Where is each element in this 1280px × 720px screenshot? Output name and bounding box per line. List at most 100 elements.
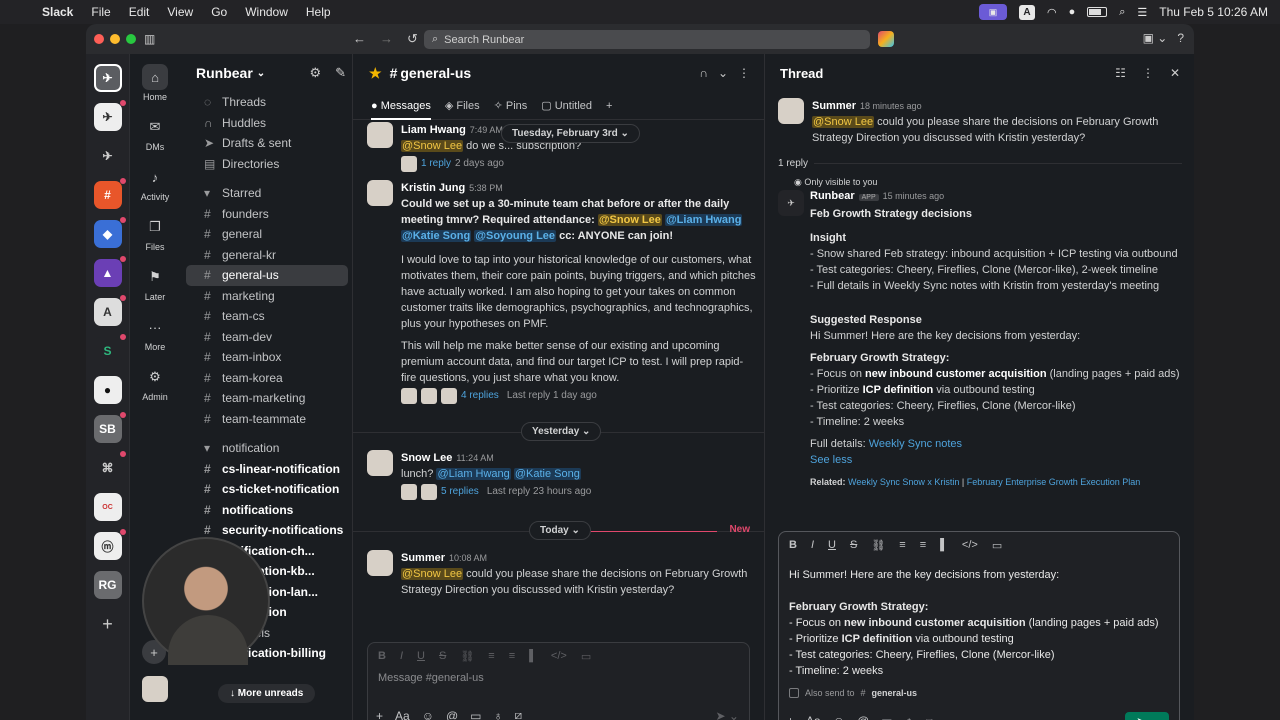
zoom-icon[interactable]: ▣ (978, 4, 1007, 20)
italic-icon[interactable]: I (811, 539, 814, 552)
code-icon[interactable]: </> (962, 539, 978, 552)
close-window-button[interactable] (94, 34, 104, 44)
channel-name[interactable]: general-us (400, 65, 471, 81)
more-vertical-icon[interactable]: ⋮ (1142, 66, 1154, 80)
sidebar-channel-team-dev[interactable]: # team-dev (186, 327, 348, 348)
message-author[interactable]: Summer (812, 100, 856, 112)
sidebar-channel-notifications[interactable]: # notifications (186, 500, 348, 521)
avatar[interactable] (367, 450, 393, 476)
history-icon[interactable]: ↺ (407, 31, 418, 47)
checkbox[interactable] (789, 688, 799, 698)
workspace-12[interactable]: OC (93, 493, 122, 521)
nav-dms[interactable]: ✉ DMs (130, 114, 180, 152)
link-icon[interactable]: ⛓ (871, 539, 885, 552)
message-composer[interactable]: B I U S ⛓ ≡ ≡ ▌ </> ▭ Message #general-us + Aa ☺ @ ▭ ♁… (367, 642, 750, 720)
video-icon[interactable]: ▭ (470, 709, 481, 720)
workspace-9[interactable]: ● (93, 376, 122, 404)
blockquote-icon[interactable]: ▌ (529, 650, 537, 663)
workspace-6[interactable]: ▲ (93, 256, 126, 287)
code-block-icon[interactable]: ▭ (581, 650, 591, 663)
sidebar-channel-general-kr[interactable]: # general-kr (186, 245, 348, 266)
mention-icon[interactable]: @ (857, 714, 869, 720)
nav-files[interactable]: ❐ Files (130, 214, 180, 252)
tab-files[interactable]: ◈ Files (445, 99, 480, 112)
bullet-list-icon[interactable]: ≡ (509, 650, 515, 663)
sidebar-item-drafts[interactable]: ➤ Drafts & sent (186, 133, 348, 154)
star-icon[interactable]: ★ (369, 65, 382, 82)
menubar-clock[interactable]: Thu Feb 5 10:26 AM (1159, 5, 1268, 19)
sidebar-channel-team-cs[interactable]: # team-cs (186, 306, 348, 327)
tab-untitled[interactable]: ▢ Untitled (541, 99, 592, 112)
avatar[interactable] (367, 550, 393, 576)
menu-app[interactable]: Slack (42, 5, 73, 19)
link-icon[interactable]: ⛓ (460, 650, 474, 663)
date-divider-pill[interactable]: Yesterday ⌄ (521, 422, 602, 441)
slash-command-icon[interactable]: ⧄ (926, 714, 934, 720)
sidebar-channel-general-us[interactable]: # general-us (186, 265, 348, 286)
send-icon[interactable]: ➤ ⌄ (716, 709, 739, 720)
sidebar-channel-marketing[interactable]: # marketing (186, 286, 348, 307)
send-button[interactable]: ➤ ⌄ (1125, 712, 1169, 720)
wifi-icon[interactable]: ◠ (1047, 6, 1057, 19)
microphone-icon[interactable]: ♁ (905, 714, 914, 720)
add-workspace-icon[interactable]: + (94, 610, 122, 638)
sidebar-channel-team-korea[interactable]: # team-korea (186, 368, 348, 389)
bullet-list-icon[interactable]: ≡ (920, 539, 926, 552)
workspace-runbear[interactable]: ✈ (93, 64, 122, 92)
menu-help[interactable]: Help (306, 5, 331, 19)
search-bar[interactable]: ⌕ Search Runbear (424, 30, 870, 49)
workspace-rg[interactable]: RG (93, 571, 122, 599)
huddle-headphones-icon[interactable]: ∩ (699, 66, 708, 80)
code-block-icon[interactable]: ▭ (992, 539, 1002, 552)
workspace-2[interactable]: ✈ (93, 100, 126, 131)
format-text-icon[interactable]: Aa (395, 709, 410, 720)
chevron-down-icon[interactable]: ⌄ (718, 66, 728, 80)
ordered-list-icon[interactable]: ≡ (488, 650, 494, 663)
sidebar-section-starred[interactable]: ▾ Starred (186, 183, 348, 204)
related-link-1[interactable]: Weekly Sync Snow x Kristin (848, 477, 959, 487)
battery-icon[interactable] (1087, 7, 1108, 17)
sidebar-channel-team-teammate[interactable]: # team-teammate (186, 409, 348, 430)
more-unreads-button[interactable]: ↓ More unreads (218, 684, 316, 703)
workspace-sb[interactable]: SB (93, 412, 126, 443)
menu-file[interactable]: File (91, 5, 110, 19)
strikethrough-icon[interactable]: S (439, 650, 446, 663)
microphone-icon[interactable]: ♁ (494, 709, 503, 720)
message-kristin[interactable]: Kristin Jung 5:38 PM Could we set up a 30… (367, 180, 757, 404)
control-center-icon[interactable]: ☰ (1137, 6, 1147, 19)
underline-icon[interactable]: U (828, 539, 836, 552)
help-icon[interactable]: ? (1177, 31, 1184, 45)
workspace-11[interactable]: ⌘ (93, 451, 126, 482)
workspace-8[interactable]: S (93, 334, 126, 365)
tab-pins[interactable]: ✧ Pins (494, 99, 528, 112)
also-send-checkbox[interactable]: Also send to # general-us (789, 688, 917, 698)
tab-messages[interactable]: ● Messages (371, 100, 431, 120)
thread-parent-message[interactable]: Summer 18 minutes ago @Snow Lee could you… (778, 98, 1182, 146)
message-author[interactable]: Summer (401, 552, 445, 564)
weekly-sync-link[interactable]: Weekly Sync notes (869, 438, 962, 450)
underline-icon[interactable]: U (417, 650, 425, 663)
code-icon[interactable]: </> (551, 650, 567, 663)
see-less-link[interactable]: See less (810, 452, 1182, 468)
more-vertical-icon[interactable]: ⋮ (738, 66, 750, 80)
menu-edit[interactable]: Edit (129, 5, 150, 19)
thread-reply-input[interactable]: Hi Summer! Here are the key decisions fr… (779, 559, 1179, 687)
workspace-avatar-icon[interactable] (878, 31, 894, 47)
workspace-4[interactable]: # (93, 178, 126, 209)
message-summer[interactable]: Summer 10:08 AM @Snow Lee could you pleas… (367, 550, 757, 598)
message-input[interactable]: Message #general-us (368, 670, 749, 686)
workspace-7[interactable]: A (93, 295, 126, 326)
avatar[interactable] (367, 180, 393, 206)
workspace-5[interactable]: ◆ (93, 217, 126, 248)
message-author[interactable]: Liam Hwang (401, 124, 466, 136)
nav-home[interactable]: ⌂ Home (130, 64, 180, 102)
message-author[interactable]: Snow Lee (401, 452, 452, 464)
close-icon[interactable]: ✕ (1170, 66, 1180, 80)
blockquote-icon[interactable]: ▌ (940, 539, 948, 552)
workspace-header[interactable]: Runbear ⌄ ⚙ ✎ (180, 54, 352, 92)
workspace-switch-icon[interactable]: ▣ ⌄ (1143, 31, 1168, 45)
sidebar-section-notification[interactable]: ▾ notification (186, 438, 348, 459)
sidebar-channel-general[interactable]: # general (186, 224, 348, 245)
thread-settings-icon[interactable]: ☷ (1115, 66, 1126, 80)
related-link-2[interactable]: February Enterprise Growth Execution Pla… (967, 477, 1141, 487)
